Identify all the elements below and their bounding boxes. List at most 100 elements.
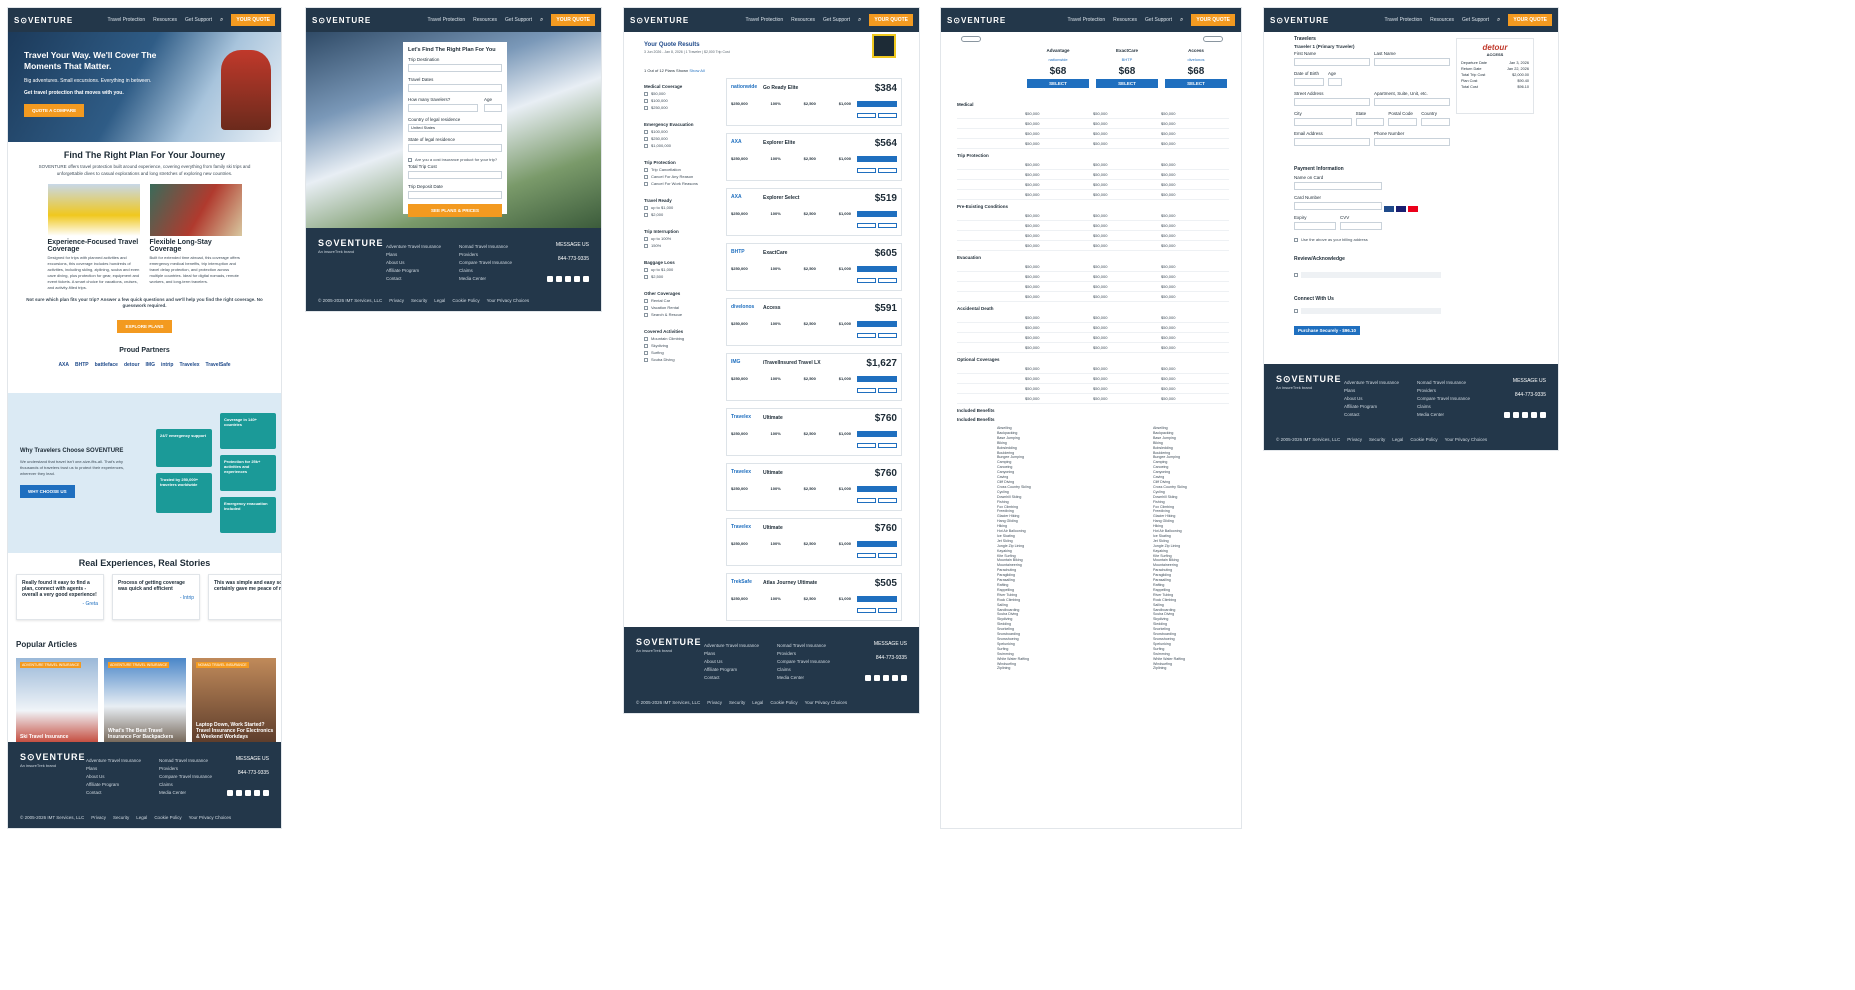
search-icon[interactable]: ⌕ — [1180, 17, 1183, 24]
search-icon[interactable]: ⌕ — [858, 17, 861, 24]
filter-title[interactable]: Travel Ready — [644, 198, 712, 203]
phone[interactable]: 844-773-9335 — [547, 256, 589, 262]
legal-link[interactable]: Your Privacy Choices — [189, 815, 232, 820]
compare-section-title[interactable]: Included Benefits — [957, 417, 1229, 422]
footer-link[interactable]: Contact — [386, 276, 441, 281]
article-card[interactable]: ADVENTURE TRAVEL INSURANCE Ski Travel Ins… — [16, 658, 98, 746]
footer-link[interactable]: Media Center — [1417, 412, 1470, 417]
compare-button[interactable] — [857, 333, 876, 338]
back-button[interactable] — [961, 36, 981, 42]
filter-title[interactable]: Baggage Loss — [644, 260, 712, 265]
footer-link[interactable]: Plans — [86, 766, 141, 771]
legal-link[interactable]: Privacy — [707, 700, 722, 705]
filter-option[interactable]: $2,500 — [644, 274, 712, 279]
filter-option[interactable]: $100,000 — [644, 129, 712, 134]
filter-option[interactable]: up to 100% — [644, 236, 712, 241]
footer-link[interactable]: Affiliate Program — [704, 667, 759, 672]
compare-section-title[interactable]: Evacuation — [957, 255, 1229, 260]
review-checkbox[interactable] — [1294, 272, 1441, 278]
social-icons[interactable] — [227, 790, 269, 796]
details-button[interactable] — [878, 608, 897, 613]
search-icon[interactable]: ⌕ — [540, 17, 543, 24]
footer-link[interactable]: Nomad Travel Insurance — [777, 643, 830, 648]
age-input[interactable] — [484, 104, 502, 112]
print-button[interactable] — [1203, 36, 1223, 42]
street-input[interactable] — [1294, 98, 1370, 106]
compare-section-title[interactable]: Included Benefits — [957, 408, 1229, 413]
compare-button[interactable] — [857, 388, 876, 393]
compare-button[interactable] — [857, 608, 876, 613]
footer-link[interactable]: Claims — [159, 782, 212, 787]
legal-link[interactable]: Legal — [434, 298, 445, 303]
compare-section-title[interactable]: Accidental Death — [957, 306, 1229, 311]
phone[interactable]: 844-773-9335 — [227, 770, 269, 776]
legal-link[interactable]: Your Privacy Choices — [805, 700, 848, 705]
logo[interactable]: S⊙VENTURE — [630, 16, 738, 25]
footer-link[interactable]: Claims — [777, 667, 830, 672]
filter-option[interactable]: Rental Car — [644, 298, 712, 303]
footer-link[interactable]: Compare Travel Insurance — [777, 659, 830, 664]
footer-link[interactable]: About Us — [386, 260, 441, 265]
dates-input[interactable] — [408, 84, 502, 92]
nav-travel-protection[interactable]: Travel Protection — [1068, 17, 1106, 23]
social-icons[interactable] — [547, 276, 589, 282]
compare-section-title[interactable]: Optional Coverages — [957, 357, 1229, 362]
footer-link[interactable]: Plans — [1344, 388, 1399, 393]
footer-link[interactable]: Affiliate Program — [386, 268, 441, 273]
filter-option[interactable]: Skydiving — [644, 343, 712, 348]
footer-link[interactable]: Contact — [1344, 412, 1399, 417]
city-input[interactable] — [1294, 118, 1352, 126]
filter-option[interactable]: Mountain Climbing — [644, 336, 712, 341]
compare-button[interactable] — [857, 553, 876, 558]
details-button[interactable] — [878, 278, 897, 283]
filter-option[interactable]: Cancel For Work Reasons — [644, 181, 712, 186]
legal-link[interactable]: Security — [113, 815, 129, 820]
footer-link[interactable]: Providers — [459, 252, 512, 257]
footer-link[interactable]: Plans — [386, 252, 441, 257]
age-input[interactable] — [1328, 78, 1342, 86]
legal-link[interactable]: Your Privacy Choices — [1445, 437, 1488, 442]
compare-section-title[interactable]: Pre-Existing Conditions — [957, 204, 1229, 209]
compare-button[interactable] — [857, 278, 876, 283]
phone[interactable]: 844-773-9335 — [1504, 392, 1546, 398]
select-button[interactable] — [857, 541, 897, 547]
compare-button[interactable] — [857, 113, 876, 118]
details-button[interactable] — [878, 333, 897, 338]
country-select[interactable] — [1421, 118, 1450, 126]
select-button[interactable] — [857, 376, 897, 382]
select-button[interactable] — [857, 321, 897, 327]
legal-link[interactable]: Cookie Policy — [154, 815, 181, 820]
footer-link[interactable]: Contact — [704, 675, 759, 680]
show-all-link[interactable]: Show All — [689, 68, 704, 73]
compare-button[interactable] — [857, 223, 876, 228]
nav-resources[interactable]: Resources — [153, 17, 177, 23]
footer-link[interactable]: Media Center — [459, 276, 512, 281]
explore-plans-button[interactable]: EXPLORE PLANS — [117, 320, 172, 333]
your-quote-button[interactable]: YOUR QUOTE — [1191, 14, 1235, 26]
phone[interactable]: 844-773-9335 — [865, 655, 907, 661]
country-select[interactable]: United States — [408, 124, 502, 132]
filter-option[interactable]: $50,000 — [644, 91, 712, 96]
legal-link[interactable]: Security — [411, 298, 427, 303]
footer-link[interactable]: Media Center — [159, 790, 212, 795]
filter-option[interactable]: $1,000,000 — [644, 143, 712, 148]
compare-section-title[interactable]: Medical — [957, 102, 1229, 107]
footer-link[interactable]: About Us — [704, 659, 759, 664]
filter-option[interactable]: up to $1,000 — [644, 267, 712, 272]
filter-option[interactable]: Cancel For Any Reason — [644, 174, 712, 179]
footer-link[interactable]: Providers — [159, 766, 212, 771]
legal-link[interactable]: Cookie Policy — [452, 298, 479, 303]
compare-button[interactable] — [857, 498, 876, 503]
footer-link[interactable]: Claims — [459, 268, 512, 273]
postal-input[interactable] — [1388, 118, 1418, 126]
cost-checkbox[interactable]: Are you a cost insurance product for you… — [408, 157, 502, 162]
details-button[interactable] — [878, 113, 897, 118]
nav-travel-protection[interactable]: Travel Protection — [108, 17, 146, 23]
footer-link[interactable]: Nomad Travel Insurance — [159, 758, 212, 763]
logo[interactable]: S⊙VENTURE — [312, 16, 420, 25]
footer-link[interactable]: Affiliate Program — [1344, 404, 1399, 409]
footer-link[interactable]: Providers — [1417, 388, 1470, 393]
message-us[interactable]: MESSAGE US — [1504, 378, 1546, 384]
footer-link[interactable]: About Us — [1344, 396, 1399, 401]
logo[interactable]: S⊙VENTURE — [947, 16, 1060, 25]
